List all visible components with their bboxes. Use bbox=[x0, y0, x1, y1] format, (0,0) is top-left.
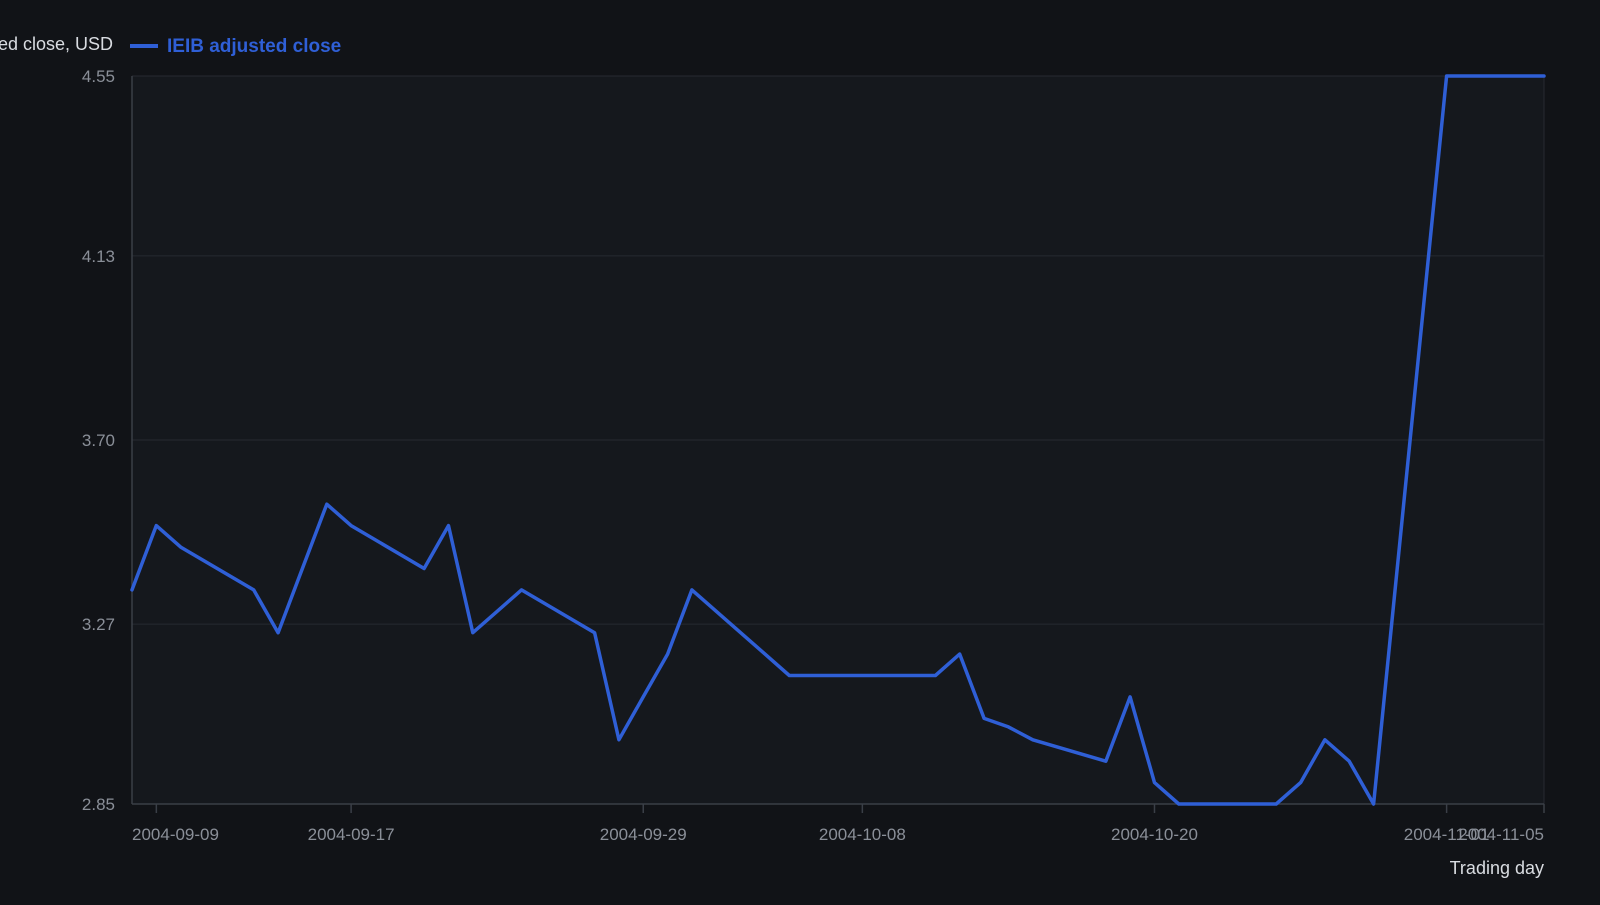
x-tick-label: 2004-10-20 bbox=[1111, 825, 1198, 844]
x-tick-label: 2004-09-29 bbox=[600, 825, 687, 844]
x-tick-label: 2004-09-17 bbox=[308, 825, 395, 844]
y-tick-label: 4.55 bbox=[82, 67, 115, 86]
x-tick-label: 2004-09-09 bbox=[132, 825, 219, 844]
legend-label: IEIB adjusted close bbox=[167, 36, 341, 57]
x-tick-label: 2004-10-08 bbox=[819, 825, 906, 844]
y-tick-label: 2.85 bbox=[82, 795, 115, 814]
x-axis-label: Trading day bbox=[1450, 858, 1544, 878]
y-tick-label: 4.13 bbox=[82, 247, 115, 266]
x-tick-label: 2004-11-05 bbox=[1458, 825, 1544, 844]
chart-root: 2.85 3.27 3.70 4.13 4.55 2004-09-09 2004-09-17… bbox=[0, 0, 1600, 900]
y-tick-label: 3.70 bbox=[82, 431, 115, 450]
y-tick-label: 3.27 bbox=[82, 615, 115, 634]
line-chart: 2.85 3.27 3.70 4.13 4.55 2004-09-09 2004-09-17… bbox=[0, 34, 1546, 878]
y-axis-label: Adjusted close, USD bbox=[0, 34, 113, 54]
